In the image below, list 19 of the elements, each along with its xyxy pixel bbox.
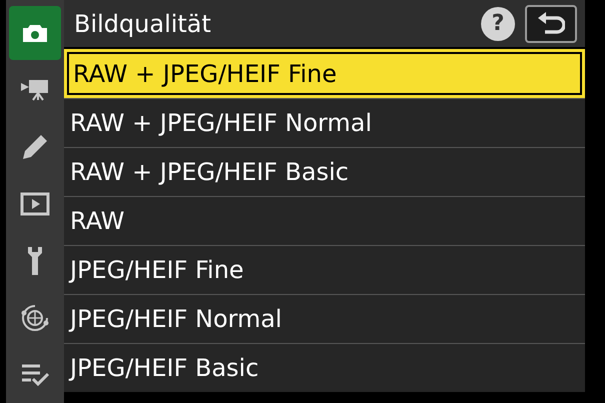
checklist-icon bbox=[21, 363, 49, 387]
option-item[interactable]: RAW + JPEG/HEIF Normal bbox=[64, 98, 585, 147]
wrench-icon bbox=[27, 246, 43, 276]
option-item[interactable]: RAW + JPEG/HEIF Basic bbox=[64, 147, 585, 196]
help-icon[interactable]: ? bbox=[481, 6, 515, 40]
menu-title: Bildqualität bbox=[74, 8, 212, 40]
option-item[interactable]: JPEG/HEIF Basic bbox=[64, 343, 585, 392]
globe-icon bbox=[20, 303, 50, 333]
pencil-icon bbox=[21, 133, 49, 161]
option-item[interactable]: JPEG/HEIF Fine bbox=[64, 245, 585, 294]
camera-icon bbox=[22, 23, 48, 43]
back-button[interactable] bbox=[525, 4, 577, 42]
option-item[interactable]: JPEG/HEIF Normal bbox=[64, 294, 585, 343]
option-item[interactable]: RAW + JPEG/HEIF Fine bbox=[64, 49, 585, 98]
option-item[interactable]: RAW bbox=[64, 196, 585, 245]
menu-tab[interactable] bbox=[9, 6, 61, 60]
playback-icon bbox=[20, 192, 50, 216]
return-arrow-icon bbox=[537, 12, 565, 36]
movie-camera-icon bbox=[20, 79, 50, 101]
